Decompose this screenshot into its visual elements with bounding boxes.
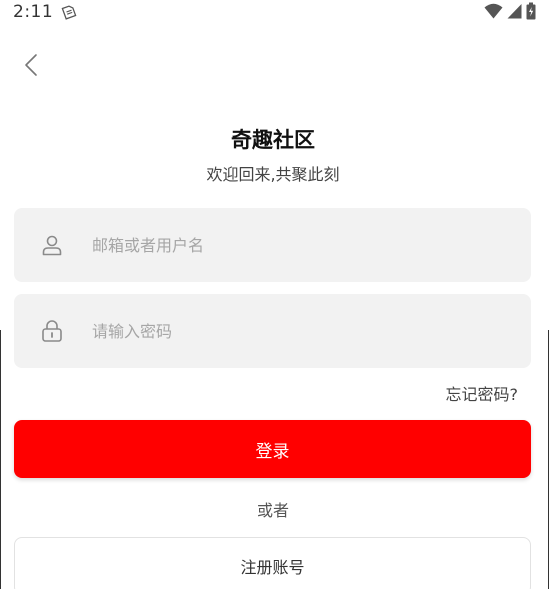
- signal-icon: [507, 3, 522, 23]
- battery-icon: [526, 2, 536, 24]
- back-button[interactable]: [14, 50, 48, 84]
- or-divider-text: 或者: [256, 501, 289, 520]
- wifi-icon: [484, 3, 503, 23]
- password-input[interactable]: [90, 320, 494, 342]
- chevron-left-icon: [24, 53, 38, 81]
- username-field[interactable]: [14, 208, 531, 282]
- status-icons: [484, 2, 536, 24]
- password-field[interactable]: [14, 294, 531, 368]
- forgot-password-link[interactable]: 忘记密码?: [446, 381, 519, 405]
- username-input[interactable]: [90, 234, 494, 256]
- app-subtitle: 欢迎回来,共聚此刻: [206, 165, 340, 184]
- status-bar: 2:11: [0, 0, 550, 26]
- register-button[interactable]: 注册账号: [14, 537, 531, 589]
- login-screen: 2:11 奇趣社区 欢迎回来,共聚此刻 邮箱或者用户名 忘记密码? 登录 或者 …: [0, 0, 550, 589]
- lock-icon: [40, 319, 64, 343]
- window-border-right: [548, 330, 549, 589]
- app-title: 奇趣社区: [231, 128, 315, 152]
- status-time: 2:11: [13, 2, 54, 22]
- window-border-left: [0, 330, 1, 589]
- sim-card-icon: [61, 4, 77, 20]
- login-button[interactable]: 登录: [14, 420, 531, 478]
- user-icon: [40, 233, 64, 257]
